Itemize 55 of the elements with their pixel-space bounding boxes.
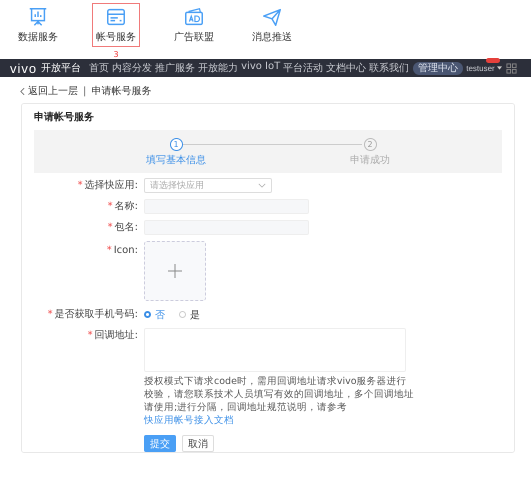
tile-label: 广告联盟	[174, 30, 214, 44]
notification-badge	[486, 58, 500, 62]
required-mark: *	[106, 245, 112, 256]
grid-icon	[506, 62, 517, 74]
tile-label: 消息推送	[252, 30, 292, 44]
platform-title: 开放平台	[41, 62, 82, 75]
ad-icon	[183, 6, 205, 28]
nav-link[interactable]: vivo IoT	[241, 61, 280, 75]
breadcrumb-current: 申请帐号服务	[91, 84, 152, 98]
upload-box[interactable]	[144, 241, 206, 301]
tile-label: 帐号服务	[96, 30, 136, 44]
field-label: 回调地址:	[94, 330, 138, 341]
required-mark: *	[108, 222, 113, 233]
chart-board-icon	[27, 6, 49, 28]
required-mark: *	[48, 309, 53, 320]
cancel-button[interactable]: 取消	[182, 435, 214, 452]
nav-link[interactable]: 推广服务	[155, 61, 196, 75]
paper-plane-icon	[261, 6, 283, 28]
service-tile[interactable]: 消息推送	[248, 3, 296, 47]
service-tile[interactable]: 帐号服务	[92, 3, 140, 47]
step-number: 2	[364, 138, 376, 151]
field-label: Icon:	[114, 245, 138, 256]
annotation-number: 3	[113, 50, 119, 59]
nav-link[interactable]: 联系我们	[369, 61, 410, 75]
breadcrumb-separator: |	[83, 86, 86, 96]
radio-option[interactable]: 是	[179, 308, 200, 322]
step-label: 填写基本信息	[146, 154, 206, 167]
required-mark: *	[108, 201, 113, 212]
nav-link[interactable]: 文档中心	[326, 61, 366, 75]
caret-icon	[496, 66, 502, 70]
back-link[interactable]: 返回上一层	[20, 84, 78, 98]
field-label: 是否获取手机号码:	[54, 309, 138, 320]
service-tile[interactable]: 广告联盟	[170, 3, 218, 47]
field-label: 选择快应用:	[84, 180, 138, 191]
plus-icon	[168, 264, 182, 278]
service-tile[interactable]: 数据服务	[14, 3, 62, 47]
nav-link[interactable]: 首页	[89, 61, 110, 75]
nav-link[interactable]: 开放能力	[198, 61, 238, 75]
required-mark: *	[88, 330, 93, 341]
tile-label: 数据服务	[18, 31, 58, 44]
required-mark: *	[78, 180, 83, 191]
field-label: 包名:	[114, 222, 138, 233]
user-menu[interactable]: testuser	[466, 64, 495, 72]
step-number: 1	[170, 138, 182, 151]
card-title: 申请帐号服务	[34, 110, 95, 124]
chevron-left-icon	[20, 86, 25, 96]
card-icon	[105, 6, 127, 28]
admin-button[interactable]: 管理中心	[413, 62, 464, 74]
nav-link[interactable]: 内容分发	[112, 61, 152, 75]
step-label: 申请成功	[350, 154, 390, 167]
nav-link[interactable]: 平台活动	[283, 61, 324, 75]
logo[interactable]: vivo	[10, 60, 38, 76]
help-text: 授权模式下请求code时，需用回调地址请求vivo服务器进行校验，请您联系技术人员填写有效的回调地址，多个回调地址请使用;进行分隔，回调地址规范说明，请参考 快应用帐号接入文档	[144, 375, 414, 427]
field-label: 名称:	[114, 201, 138, 212]
chevron-down-icon	[258, 183, 266, 188]
